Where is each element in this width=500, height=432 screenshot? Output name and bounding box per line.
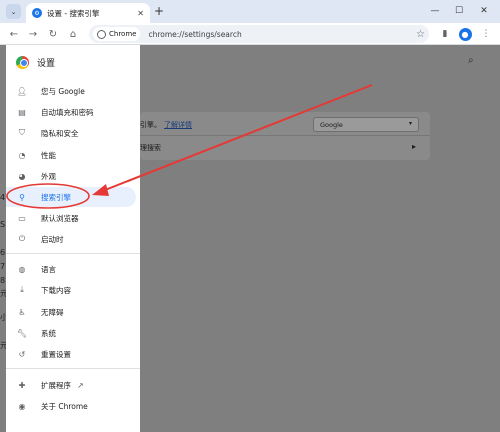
tab-close-icon[interactable]: ✕: [137, 9, 144, 18]
sidebar-item-reset[interactable]: ↺ 重置设置: [6, 344, 136, 364]
profile-button[interactable]: ●: [457, 26, 473, 42]
url-text[interactable]: chrome://settings/search: [148, 30, 416, 39]
chrome-icon: [97, 29, 106, 39]
chrome-logo-icon: [16, 55, 29, 69]
learn-more-link[interactable]: 了解详情: [164, 121, 192, 129]
page-title: 设置: [37, 58, 56, 69]
sidebar-item-label: 您与 Google: [41, 86, 85, 96]
minimize-button[interactable]: —: [425, 3, 445, 19]
sidebar-item-appearance[interactable]: ◕ 外观: [6, 166, 136, 186]
search-icon: ⚲: [19, 192, 25, 202]
settings-search-icon[interactable]: ⌕: [468, 55, 474, 66]
sidebar-item-label: 自动填充和密码: [41, 107, 94, 117]
accessibility-icon: ♿︎: [18, 307, 26, 317]
sidebar-item-languages[interactable]: ◍ 语言: [6, 259, 136, 279]
tab-search-button[interactable]: ⌄: [6, 4, 21, 19]
sidebar-item-on-startup[interactable]: ⏻ 启动时: [6, 229, 136, 249]
download-icon: ⤓: [20, 285, 24, 294]
reset-icon: ↺: [18, 349, 26, 359]
clipboard-icon: ▤: [18, 107, 26, 117]
sidebar-item-search-engine[interactable]: ⚲ 搜索引擎: [6, 187, 136, 207]
sidebar-item-label: 无障碍: [41, 307, 64, 317]
sidebar-item-label: 默认浏览器: [41, 213, 79, 223]
sidebar-item-label: 性能: [41, 150, 56, 160]
new-tab-button[interactable]: +: [154, 4, 164, 18]
home-icon[interactable]: ⌂: [65, 26, 81, 42]
sidebar-item-extensions[interactable]: ✚ 扩展程序 ↗: [6, 375, 136, 395]
sidebar-item-label: 外观: [41, 171, 56, 181]
sidebar-divider: [6, 368, 140, 369]
search-engine-select[interactable]: Google ▾: [313, 117, 419, 132]
search-engine-description: 引擎。: [140, 121, 161, 129]
sidebar-item-label: 关于 Chrome: [41, 401, 88, 411]
bookmark-star-icon[interactable]: ☆: [416, 29, 425, 40]
avatar: ●: [458, 27, 472, 41]
back-icon[interactable]: ←: [6, 26, 22, 42]
tab-settings[interactable]: ⚙ 设置 - 搜索引擎 ✕: [26, 3, 150, 23]
sidebar-item-label: 系统: [41, 328, 56, 338]
sidebar-item-label: 搜索引擎: [41, 192, 71, 202]
sidebar-header: 设置: [6, 45, 140, 79]
reload-icon[interactable]: ↻: [45, 26, 61, 42]
wrench-icon: 🔧︎: [16, 328, 28, 338]
open-in-new-icon: ↗: [77, 380, 84, 390]
speed-icon: ◔: [18, 150, 26, 160]
side-panel-icon[interactable]: ▮: [437, 26, 453, 42]
sidebar-item-performance[interactable]: ◔ 性能: [6, 145, 136, 165]
settings-gear-icon: ⚙: [32, 8, 42, 18]
puzzle-icon: ✚: [18, 380, 26, 390]
sidebar-item-default-browser[interactable]: ▭ 默认浏览器: [6, 208, 136, 228]
manage-search-label[interactable]: 理搜索: [140, 143, 161, 153]
globe-icon: ◍: [18, 264, 26, 274]
sidebar-item-you-and-google[interactable]: 👤︎ 您与 Google: [6, 81, 136, 101]
sidebar-item-system[interactable]: 🔧︎ 系统: [6, 323, 136, 343]
search-engine-row: 引擎。 了解详情 Google ▾: [140, 112, 430, 136]
tab-title: 设置 - 搜索引擎: [47, 8, 100, 18]
site-chip[interactable]: Chrome: [93, 27, 141, 41]
palette-icon: ◕: [18, 171, 26, 181]
menu-icon[interactable]: ⋮: [478, 26, 494, 42]
search-engine-select-value: Google: [320, 121, 343, 129]
sidebar-item-downloads[interactable]: ⤓ 下载内容: [6, 280, 136, 300]
toolbar: ← → ↻ ⌂ Chrome chrome://settings/search …: [0, 23, 500, 45]
sidebar-item-label: 下载内容: [41, 285, 71, 295]
chevron-down-icon: ▾: [408, 120, 412, 127]
maximize-button[interactable]: ☐: [449, 3, 469, 19]
browser-icon: ▭: [18, 213, 26, 223]
tab-strip: ⌄ ⚙ 设置 - 搜索引擎 ✕ + — ☐ ✕: [0, 0, 500, 23]
sidebar-item-privacy[interactable]: ⛉ 隐私和安全: [6, 123, 136, 143]
close-window-button[interactable]: ✕: [474, 3, 494, 19]
search-engine-text: 引擎。 了解详情: [140, 120, 192, 130]
search-engine-card: 引擎。 了解详情 Google ▾ 理搜索 ▸: [140, 112, 430, 160]
chrome-icon: ◉: [18, 401, 26, 411]
chevron-right-icon[interactable]: ▸: [412, 142, 416, 151]
shield-icon: ⛉: [19, 128, 25, 137]
forward-icon[interactable]: →: [25, 26, 41, 42]
address-bar[interactable]: Chrome chrome://settings/search ☆: [89, 25, 429, 43]
sidebar-item-label: 语言: [41, 264, 56, 274]
sidebar-item-label: 重置设置: [41, 349, 71, 359]
power-icon: ⏻: [18, 234, 26, 243]
sidebar-item-label: 启动时: [41, 234, 64, 244]
person-icon: 👤︎: [16, 86, 28, 96]
sidebar-item-about-chrome[interactable]: ◉ 关于 Chrome: [6, 396, 136, 416]
sidebar-item-label: 隐私和安全: [41, 128, 79, 138]
sidebar-item-autofill[interactable]: ▤ 自动填充和密码: [6, 102, 136, 122]
sidebar-item-label: 扩展程序: [41, 380, 71, 390]
settings-sidebar: 设置 👤︎ 您与 Google ▤ 自动填充和密码 ⛉ 隐私和安全 ◔ 性能 ◕…: [6, 45, 140, 432]
sidebar-divider: [6, 253, 140, 254]
sidebar-item-accessibility[interactable]: ♿︎ 无障碍: [6, 302, 136, 322]
site-chip-label: Chrome: [109, 30, 137, 38]
